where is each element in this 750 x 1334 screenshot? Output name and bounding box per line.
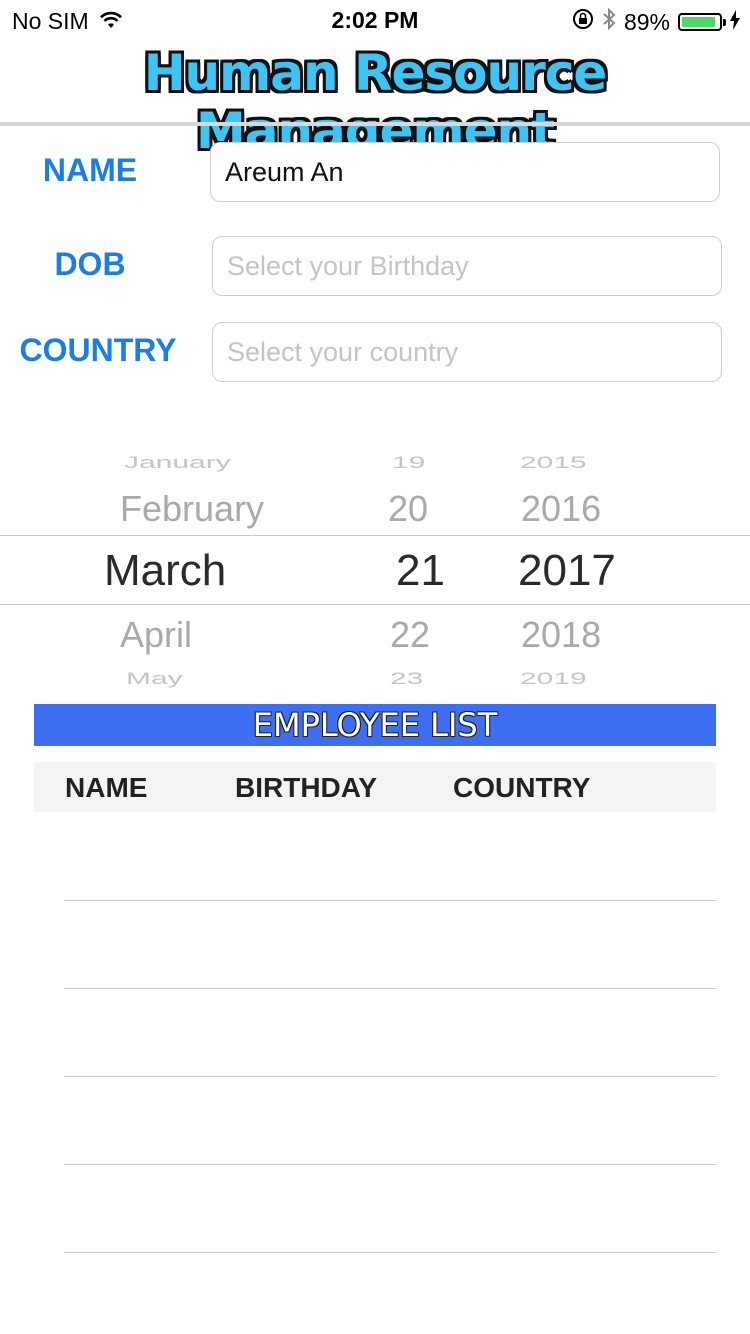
- picker-day-selected[interactable]: 21: [396, 546, 445, 596]
- name-field[interactable]: Areum An: [210, 142, 720, 202]
- picker-day-option[interactable]: 23: [390, 670, 423, 689]
- status-bar: No SIM 2:02 PM 89%: [0, 0, 750, 40]
- date-picker[interactable]: January February March April May 19 20 2…: [0, 440, 750, 690]
- table-row-separator: [64, 1164, 716, 1165]
- charging-icon: [730, 9, 740, 36]
- country-field[interactable]: Select your country: [212, 322, 722, 382]
- employee-list-table[interactable]: [34, 812, 716, 1312]
- picker-month-option[interactable]: January: [124, 454, 231, 473]
- picker-year-option[interactable]: 2018: [521, 614, 601, 656]
- picker-month-option[interactable]: May: [126, 670, 183, 689]
- picker-selection-bottom-line: [0, 604, 750, 605]
- country-field-placeholder: Select your country: [227, 336, 459, 367]
- picker-year-option[interactable]: 2019: [520, 670, 587, 689]
- battery-fill: [682, 17, 716, 27]
- name-field-value: Areum An: [225, 156, 344, 187]
- name-label: NAME: [42, 152, 138, 188]
- header-divider: [0, 122, 750, 126]
- table-row-separator: [64, 988, 716, 989]
- battery-icon: [678, 13, 726, 31]
- picker-year-selected[interactable]: 2017: [518, 546, 616, 596]
- table-row-separator: [64, 1252, 716, 1253]
- employee-list-title: EMPLOYEE LIST: [34, 704, 716, 746]
- column-header-name: NAME: [65, 772, 148, 803]
- employee-list-header: NAME BIRTHDAY COUNTRY: [34, 762, 716, 812]
- picker-year-option[interactable]: 2015: [520, 454, 587, 473]
- bluetooth-icon: [602, 7, 616, 37]
- table-row-separator: [64, 900, 716, 901]
- country-label: COUNTRY: [19, 332, 177, 368]
- column-header-birthday: BIRTHDAY: [235, 772, 378, 803]
- table-row-separator: [64, 1076, 716, 1077]
- picker-day-option[interactable]: 22: [390, 614, 430, 656]
- orientation-lock-icon: [572, 8, 594, 36]
- status-right: 89%: [572, 7, 740, 37]
- picker-month-option[interactable]: February: [120, 488, 264, 530]
- picker-month-option[interactable]: April: [120, 614, 192, 656]
- dob-field[interactable]: Select your Birthday: [212, 236, 722, 296]
- picker-year-option[interactable]: 2016: [521, 488, 601, 530]
- battery-percent: 89%: [623, 8, 670, 35]
- dob-label: DOB: [54, 246, 126, 282]
- dob-field-placeholder: Select your Birthday: [227, 250, 469, 281]
- column-header-country: COUNTRY: [453, 772, 591, 803]
- picker-selection-top-line: [0, 535, 750, 536]
- picker-day-option[interactable]: 20: [388, 488, 428, 530]
- picker-day-option[interactable]: 19: [392, 454, 425, 473]
- picker-month-selected[interactable]: March: [104, 546, 226, 596]
